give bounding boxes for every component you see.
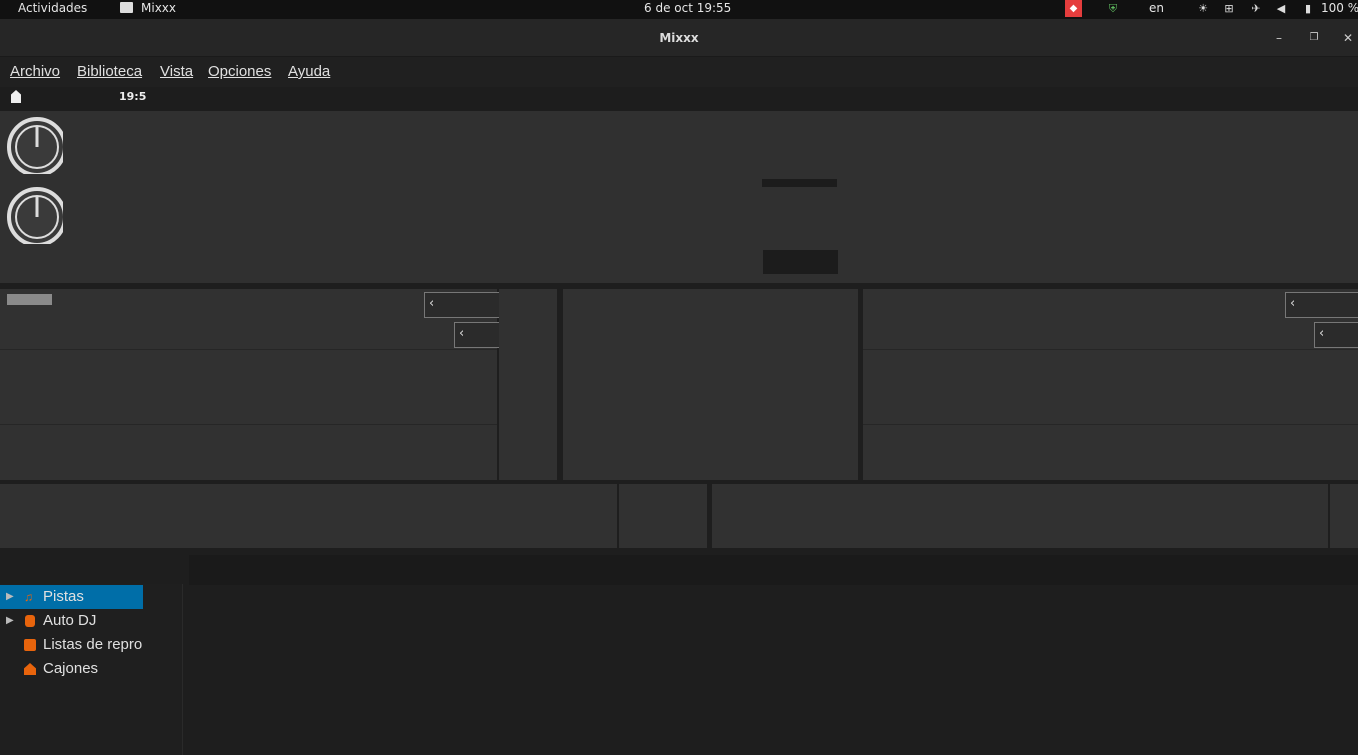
battery-icon[interactable]: ▮ [1301,2,1315,16]
minimize-icon[interactable]: – [1270,29,1288,47]
anydesk-icon[interactable]: ◆ [1065,0,1082,17]
chevron-left-icon: ‹ [459,326,465,341]
library-item-label: Auto DJ [43,612,97,629]
airplane-mode-icon[interactable]: ✈ [1249,2,1263,16]
deck-1-panel[interactable]: ‹ ‹ [0,289,501,480]
library-sidebar[interactable]: ▶ ♫ Pistas ▶ Auto DJ Listas de repro Caj… [0,584,183,755]
menu-bar: Archivo Biblioteca Vista Opciones Ayuda [0,57,1358,87]
crate-icon [24,663,36,675]
skin-clock: 19:5 [119,90,147,102]
brightness-icon[interactable]: ☀ [1196,2,1210,16]
keyboard-layout-indicator[interactable]: en [1149,1,1164,15]
library-item-label: Pistas [43,588,84,605]
skin-status-row: 19:5 [0,87,1358,111]
menu-archivo[interactable]: Archivo [10,63,60,80]
menu-opciones[interactable]: Opciones [208,63,271,80]
window-title: Mixxx [659,31,699,45]
menu-biblioteca[interactable]: Biblioteca [77,63,142,80]
volume-icon[interactable]: ◀ [1274,2,1288,16]
divider [0,424,497,425]
chevron-left-icon: ‹ [429,296,435,311]
library-item-label: Listas de repro [43,636,143,653]
library-item-playlists[interactable]: Listas de repro [0,633,143,657]
activities-button[interactable]: Actividades [18,1,87,15]
close-icon[interactable]: ✕ [1339,29,1357,47]
library-item-pistas[interactable]: ▶ ♫ Pistas [0,585,143,609]
effects-panel-1[interactable] [0,484,617,548]
deck-2-selector-2[interactable]: ‹ [1314,322,1358,348]
robot-icon [25,615,35,627]
divider [863,424,1358,425]
effects-panel-mid[interactable] [619,484,707,548]
library-search-bar[interactable] [189,555,1358,585]
playlist-icon [24,639,36,651]
deck-1-selector-2[interactable]: ‹ [454,322,501,348]
power-knob-2[interactable] [3,184,63,244]
chevron-left-icon: ‹ [1290,296,1296,311]
deck-2-selector-1[interactable]: ‹ [1285,292,1358,318]
chevron-left-icon: ‹ [1319,326,1325,341]
menu-ayuda[interactable]: Ayuda [288,63,330,80]
divider [0,349,497,350]
network-icon[interactable]: ⊞ [1222,2,1236,16]
deck-1-track-label [7,294,52,305]
effects-panel-2[interactable] [712,484,1328,548]
divider [863,349,1358,350]
maximize-icon[interactable]: ❐ [1305,29,1323,47]
mixxx-app-icon [120,2,133,13]
power-knob-1[interactable] [3,114,63,174]
library-track-table[interactable] [189,586,1358,755]
center-marker-bottom [763,250,838,274]
waveform-area[interactable] [0,111,1358,283]
menu-vista[interactable]: Vista [160,63,193,80]
app-menu[interactable]: Mixxx [141,1,176,15]
mixer-panel[interactable] [563,289,858,480]
library-item-auto-dj[interactable]: ▶ Auto DJ [0,609,143,633]
expand-arrow-icon[interactable]: ▶ [6,585,14,609]
system-top-bar: Actividades Mixxx 6 de oct 19:55 ◆ ⛨ en … [0,0,1358,19]
library-item-label: Cajones [43,660,99,677]
shield-icon[interactable]: ⛨ [1106,2,1120,16]
expand-arrow-icon[interactable]: ▶ [6,609,14,633]
music-note-icon: ♫ [24,590,33,604]
effects-panel-right[interactable] [1330,484,1358,548]
lock-icon [11,90,21,103]
clock[interactable]: 6 de oct 19:55 [644,1,731,15]
battery-percentage[interactable]: 100 % [1321,1,1358,15]
center-marker-top [762,179,837,187]
window-titlebar[interactable]: Mixxx – ❐ ✕ [0,19,1358,57]
deck-1-side-panel [499,289,557,480]
deck-2-panel[interactable]: ‹ ‹ [863,289,1358,480]
library-item-crates[interactable]: Cajones [0,657,143,681]
deck-1-selector-1[interactable]: ‹ [424,292,501,318]
